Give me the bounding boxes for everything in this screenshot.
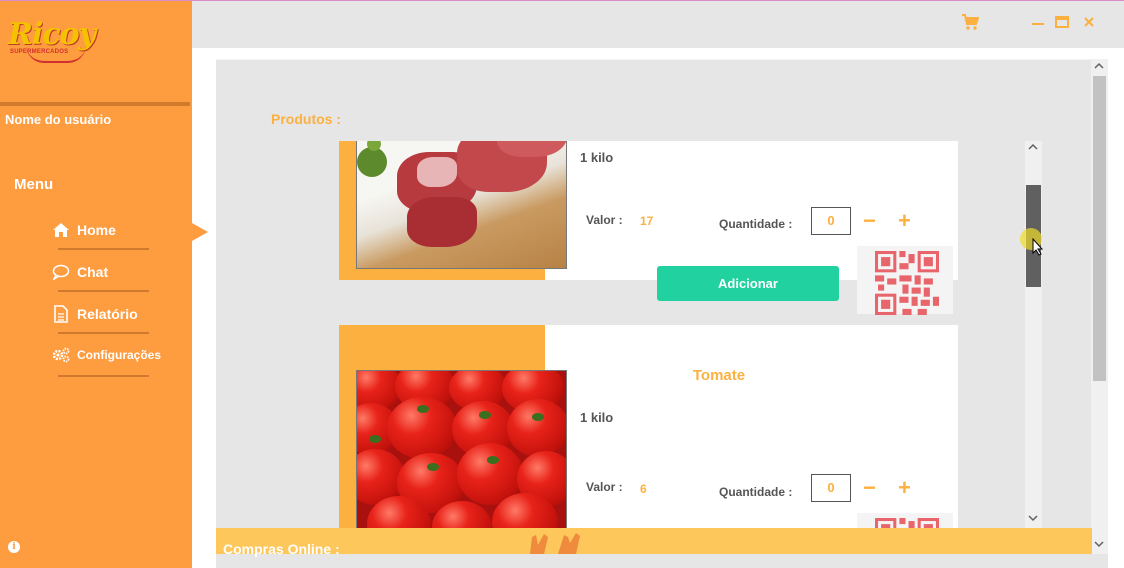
qr-code xyxy=(857,246,953,315)
app-window: Produtos : 1 kilo Valor : 17 Quantidade … xyxy=(0,0,1124,568)
sidebar-item-home[interactable]: Home xyxy=(52,221,116,239)
decrease-quantity-button[interactable]: − xyxy=(863,477,876,499)
quantidade-label: Quantidade : xyxy=(719,485,793,499)
qr-code xyxy=(857,513,953,528)
section-title: Produtos : xyxy=(271,111,341,127)
mouse-cursor-icon xyxy=(1020,228,1044,256)
add-to-cart-button[interactable]: Adicionar xyxy=(657,266,839,301)
maximize-icon[interactable] xyxy=(1055,15,1069,33)
gears-icon xyxy=(52,346,70,364)
scrollbar-thumb[interactable] xyxy=(1093,76,1106,381)
valor-label: Valor : xyxy=(586,213,623,227)
home-icon xyxy=(52,221,70,239)
page-scrollbar[interactable] xyxy=(1091,59,1108,554)
footer-bar: Compras Online : xyxy=(216,528,1092,557)
info-icon[interactable]: i xyxy=(8,541,20,553)
sidebar-item-label: Chat xyxy=(77,264,109,280)
product-list-scrollbar[interactable] xyxy=(1025,141,1042,528)
product-price: 6 xyxy=(640,482,647,496)
menu-title: Menu xyxy=(14,176,54,193)
hands-icon xyxy=(524,531,584,554)
footer-title: Compras Online : xyxy=(223,541,340,557)
minimize-icon[interactable] xyxy=(1031,13,1045,34)
scroll-up-icon[interactable] xyxy=(1028,143,1038,153)
product-image xyxy=(356,141,567,269)
quantidade-label: Quantidade : xyxy=(719,217,793,231)
product-unit: 1 kilo xyxy=(580,150,614,165)
report-icon xyxy=(52,305,70,323)
sidebar-item-label: Configurações xyxy=(77,348,162,362)
sidebar: Ricoy SUPERMERCADOS Nome do usuário Menu… xyxy=(0,1,192,568)
nav-underline xyxy=(58,375,149,377)
sidebar-divider xyxy=(0,102,190,106)
product-price: 17 xyxy=(640,214,654,228)
product-card: Tomate 1 kilo Valor : 6 Quantidade : 0 −… xyxy=(339,325,958,528)
scroll-down-icon[interactable] xyxy=(1094,540,1104,550)
product-name: Tomate xyxy=(692,367,746,384)
cart-icon[interactable] xyxy=(961,13,980,36)
increase-quantity-button[interactable]: + xyxy=(898,210,911,232)
sidebar-item-label: Home xyxy=(77,222,116,238)
sidebar-item-chat[interactable]: Chat xyxy=(52,263,108,281)
quantity-field[interactable]: 0 xyxy=(811,207,851,235)
increase-quantity-button[interactable]: + xyxy=(898,477,911,499)
product-image xyxy=(356,370,567,528)
user-name: Nome do usuário xyxy=(5,112,112,127)
sidebar-item-label: Relatório xyxy=(77,306,138,322)
product-unit: 1 kilo xyxy=(580,410,614,425)
brand-subtitle: SUPERMERCADOS xyxy=(10,49,69,55)
product-card: 1 kilo Valor : 17 Quantidade : 0 − + Adi… xyxy=(339,141,958,315)
valor-label: Valor : xyxy=(586,480,623,494)
title-bar xyxy=(192,1,1124,48)
active-item-indicator xyxy=(192,223,208,241)
decrease-quantity-button[interactable]: − xyxy=(863,210,876,232)
brand-logo: Ricoy SUPERMERCADOS xyxy=(8,15,96,67)
nav-underline xyxy=(58,290,149,292)
nav-underline xyxy=(58,248,149,250)
product-list: 1 kilo Valor : 17 Quantidade : 0 − + Adi… xyxy=(339,141,958,528)
sidebar-item-configuracoes[interactable]: Configurações xyxy=(52,346,161,364)
nav-underline xyxy=(58,332,149,334)
scroll-up-icon[interactable] xyxy=(1094,62,1104,72)
close-icon[interactable] xyxy=(1083,15,1095,33)
chat-icon xyxy=(52,263,70,281)
sidebar-item-relatorio[interactable]: Relatório xyxy=(52,305,138,323)
scroll-down-icon[interactable] xyxy=(1028,514,1038,524)
quantity-field[interactable]: 0 xyxy=(811,474,851,502)
